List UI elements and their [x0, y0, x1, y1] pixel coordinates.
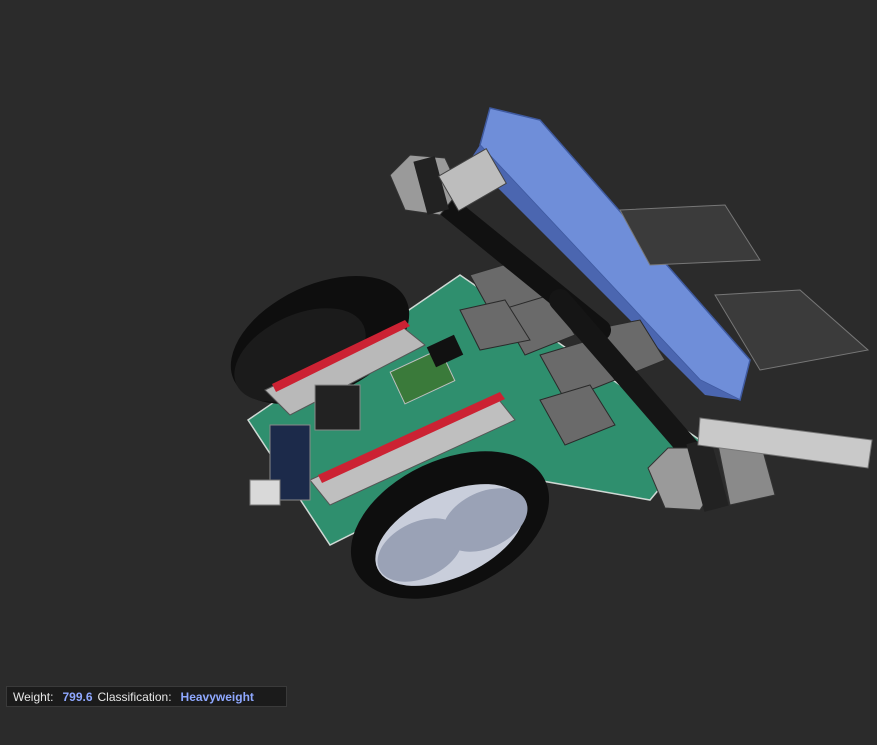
weight-status-bar: Weight: 799.6 Classification: Heavyweigh… — [6, 686, 287, 707]
classification-label: Classification: — [97, 689, 172, 704]
weight-label: Weight: — [13, 689, 54, 704]
weight-value: 799.6 — [62, 689, 93, 704]
classification-value: Heavyweight — [180, 689, 254, 704]
3d-viewport[interactable] — [0, 0, 877, 745]
robot-model-render — [230, 107, 873, 599]
